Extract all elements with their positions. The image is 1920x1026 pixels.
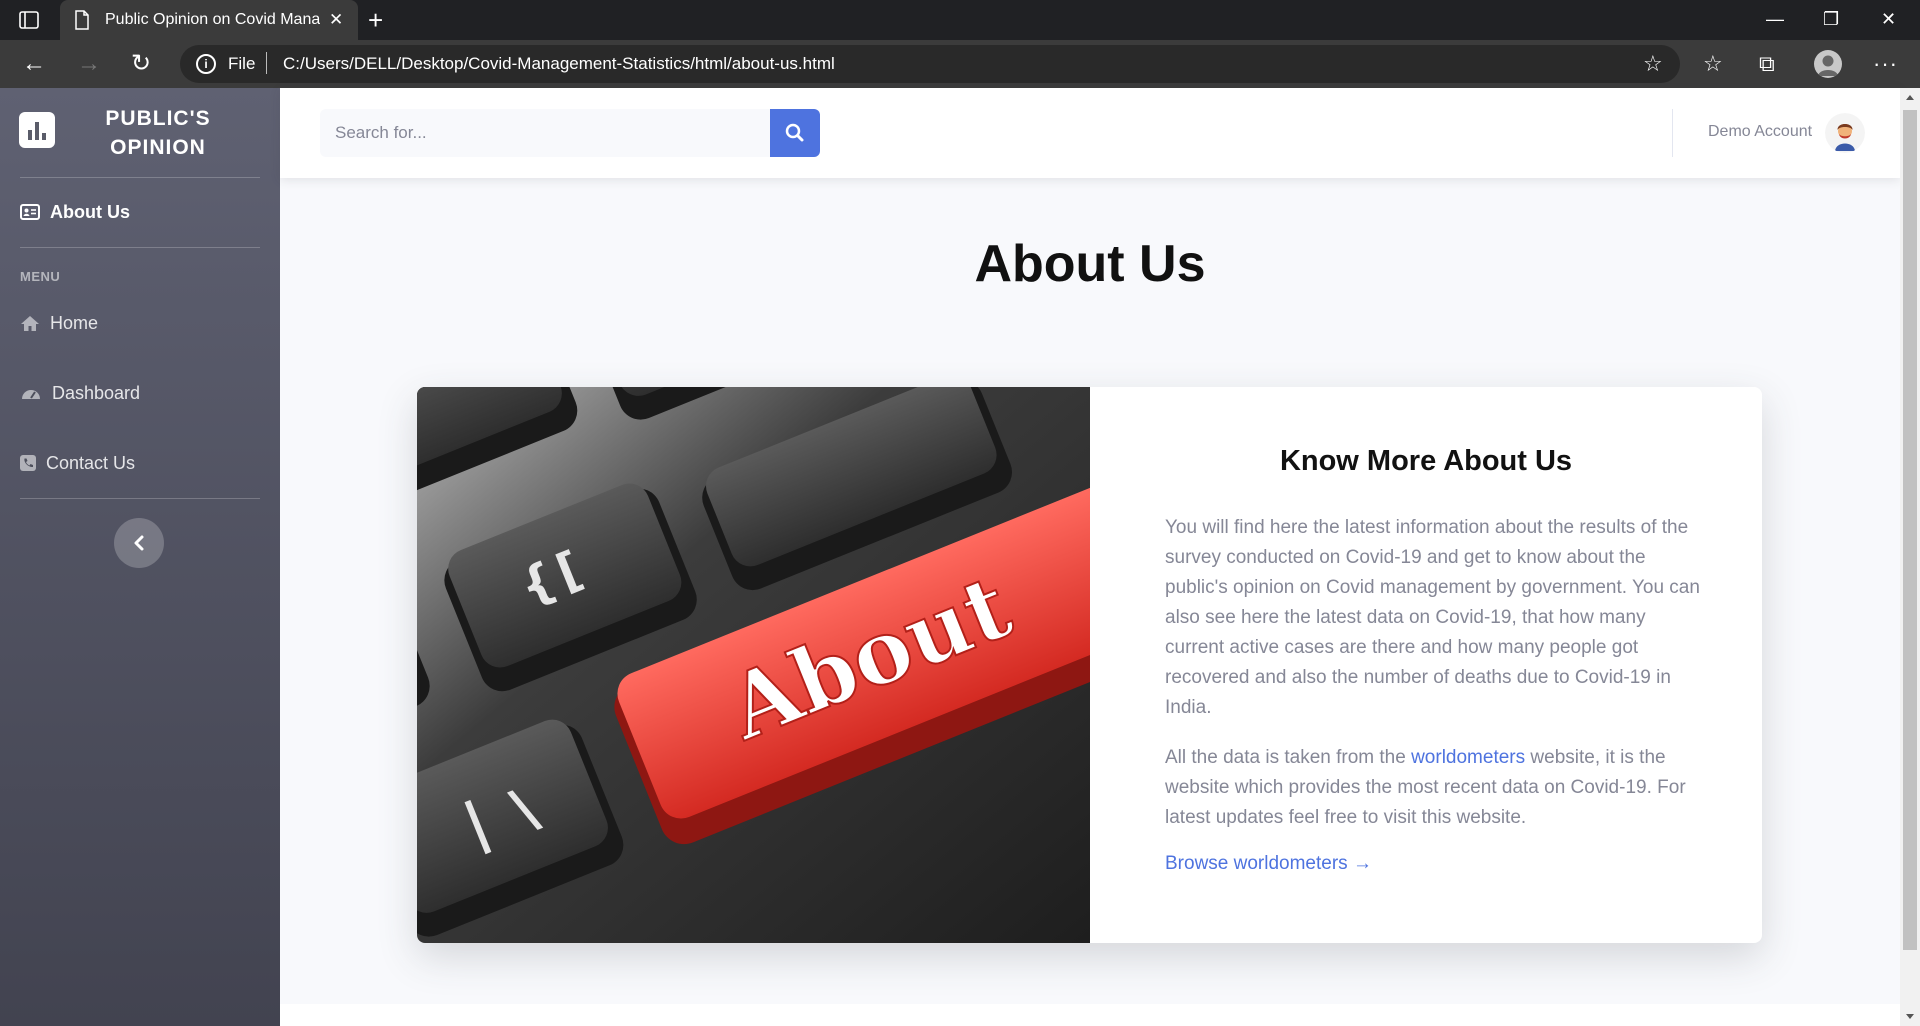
user-avatar[interactable]	[1825, 113, 1865, 153]
search-icon	[785, 123, 804, 142]
favorites-icon[interactable]: ☆	[1703, 51, 1723, 77]
url-separator	[266, 52, 267, 74]
home-icon	[21, 316, 39, 331]
url-field[interactable]: i File C:/Users/DELL/Desktop/Covid-Manag…	[180, 45, 1680, 83]
brand-line-1: PUBLIC'S	[105, 107, 211, 130]
topbar-divider	[1672, 109, 1673, 157]
page-title: About Us	[974, 235, 1206, 293]
phone-icon	[20, 455, 36, 471]
sidebar-item-label: Home	[50, 312, 99, 333]
browser-address-bar: ← → ↻ i File C:/Users/DELL/Desktop/Covid…	[0, 40, 1920, 88]
brand-name[interactable]: PUBLIC'S OPINION	[88, 104, 228, 162]
sidebar-item-label: About Us	[50, 201, 130, 222]
tab-close-icon[interactable]: ✕	[329, 11, 343, 29]
profile-icon[interactable]	[1814, 50, 1842, 78]
search-input[interactable]	[320, 109, 770, 157]
scroll-thumb[interactable]	[1903, 110, 1917, 950]
forward-icon[interactable]: →	[77, 50, 101, 78]
scroll-up-icon[interactable]	[1900, 91, 1920, 105]
back-icon[interactable]: ←	[22, 50, 46, 78]
tab-title: Public Opinion on Covid Manage	[105, 11, 320, 28]
sidebar-divider	[20, 177, 260, 178]
browse-worldometers-link[interactable]: Browse worldometers →	[1165, 853, 1372, 875]
footer	[280, 1004, 1900, 1026]
collections-icon[interactable]: ⧉	[1759, 51, 1775, 77]
sidebar-item-label: Dashboard	[52, 382, 141, 403]
add-favorite-icon[interactable]: ☆	[1643, 51, 1663, 77]
sidebar-item-home[interactable]: Home	[20, 308, 98, 338]
window-close-icon[interactable]: ✕	[1881, 8, 1896, 30]
brand-line-2: OPINION	[110, 136, 206, 159]
chevron-left-icon	[134, 535, 144, 551]
scroll-down-icon[interactable]	[1900, 1009, 1920, 1023]
about-card: About { [ } ] | \ Know More About Us You…	[417, 387, 1762, 943]
new-tab-icon[interactable]: +	[368, 6, 383, 34]
minimize-icon[interactable]: —	[1766, 8, 1784, 30]
url-text: C:/Users/DELL/Desktop/Covid-Management-S…	[283, 54, 835, 73]
worldometers-link[interactable]: worldometers	[1411, 747, 1525, 768]
sidebar-item-about-us[interactable]: About Us	[20, 197, 130, 227]
about-keyboard-image: About { [ } ] | \	[417, 387, 1090, 943]
topbar: Demo Account	[280, 88, 1900, 178]
search-button[interactable]	[770, 109, 820, 157]
sidebar-divider	[20, 247, 260, 248]
sidebar-item-label: Contact Us	[46, 452, 136, 473]
more-options-icon[interactable]: ···	[1873, 51, 1898, 77]
sidebar-toggle-button[interactable]	[114, 518, 164, 568]
document-icon	[74, 10, 90, 35]
paragraph-text: All the data is taken from the	[1165, 747, 1412, 768]
sidebar-heading: MENU	[20, 269, 61, 284]
data-source-paragraph: All the data is taken from the worldomet…	[1165, 743, 1705, 833]
browser-tab[interactable]: Public Opinion on Covid Manage ✕	[60, 0, 358, 40]
browser-tab-bar: Public Opinion on Covid Manage ✕ + — ❐ ✕	[0, 0, 1920, 40]
about-paragraph: You will find here the latest informatio…	[1165, 517, 1700, 718]
page-scrollbar[interactable]	[1900, 88, 1920, 1026]
user-name[interactable]: Demo Account	[1708, 123, 1812, 141]
url-scheme: File	[228, 54, 256, 73]
card-heading: Know More About Us	[1279, 445, 1573, 477]
tab-actions-icon[interactable]	[18, 10, 40, 30]
sidebar-item-dashboard[interactable]: Dashboard	[20, 378, 140, 408]
sidebar-divider	[20, 498, 260, 499]
sidebar-item-contact-us[interactable]: Contact Us	[20, 448, 135, 478]
info-icon[interactable]: i	[196, 54, 216, 74]
address-card-icon	[20, 204, 40, 220]
tachometer-icon	[22, 390, 40, 399]
sidebar: PUBLIC'S OPINION About Us MENU Home Dash…	[0, 88, 280, 1026]
restore-icon[interactable]: ❐	[1823, 8, 1839, 30]
chart-logo-icon[interactable]	[19, 112, 55, 148]
refresh-icon[interactable]: ↻	[131, 50, 151, 78]
